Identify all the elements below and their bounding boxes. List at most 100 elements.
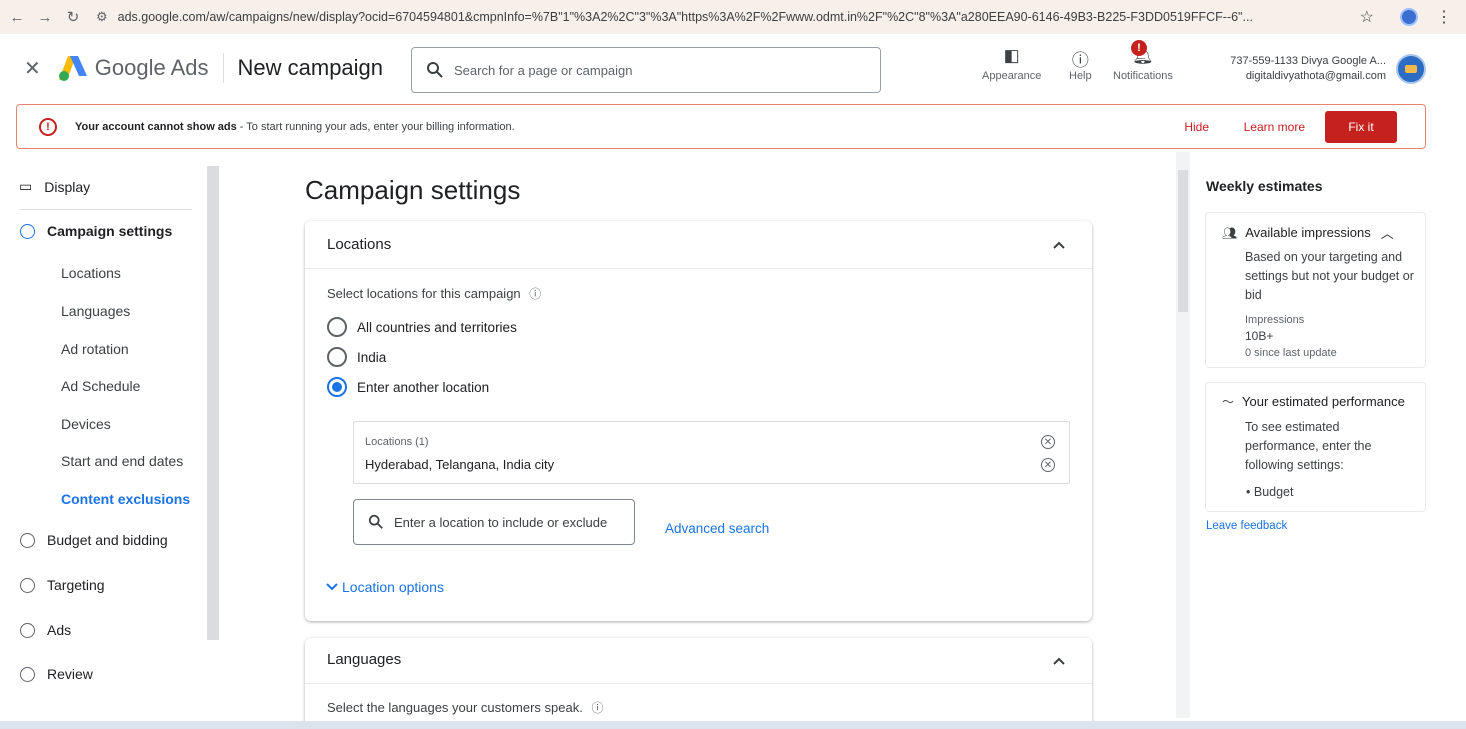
remove-all-icon[interactable]: ✕ <box>1041 435 1055 449</box>
sidebar-item-ad-rotation[interactable]: Ad rotation <box>61 341 129 357</box>
radio-label: Enter another location <box>357 379 490 395</box>
performance-header[interactable]: 〜 Your estimated performance <box>1222 393 1405 410</box>
weekly-estimates-title: Weekly estimates <box>1206 178 1323 194</box>
location-options-toggle[interactable]: Location options <box>325 579 444 595</box>
chevron-up-icon[interactable] <box>1052 238 1066 252</box>
step-circle-icon <box>20 666 35 682</box>
sidebar-scrollbar[interactable] <box>207 166 219 640</box>
sidebar-item-languages[interactable]: Languages <box>61 303 130 319</box>
languages-prompt-text: Select the languages your customers spea… <box>327 700 583 715</box>
appearance-button[interactable]: ◧ Appearance <box>982 46 1041 82</box>
notification-badge: ! <box>1131 40 1147 56</box>
header-divider <box>222 53 224 83</box>
sidebar-item-ads[interactable]: Ads <box>0 622 71 638</box>
languages-prompt: Select the languages your customers spea… <box>327 699 603 716</box>
forward-arrow-icon[interactable]: → <box>34 9 56 26</box>
sidebar-item-start-end-dates[interactable]: Start and end dates <box>61 453 183 469</box>
url-text: ads.google.com/aw/campaigns/new/display?… <box>117 10 1253 24</box>
close-icon[interactable]: ✕ <box>24 56 41 81</box>
targeting-label: Targeting <box>47 577 105 593</box>
campaign-settings-label: Campaign settings <box>47 223 173 239</box>
help-icon: ⓘ <box>1071 51 1089 70</box>
leave-feedback-link[interactable]: Leave feedback <box>1206 520 1287 532</box>
impressions-header[interactable]: 👥︎ Available impressions ︿ <box>1222 223 1394 242</box>
google-ads-logo-icon <box>58 56 87 81</box>
sidebar-item-display[interactable]: ▭ Display <box>0 178 90 195</box>
sidebar-item-campaign-settings[interactable]: Campaign settings <box>0 223 172 239</box>
sidebar-item-devices[interactable]: Devices <box>61 416 111 432</box>
account-id: 737-559-1133 Divya Google A... <box>1230 55 1386 67</box>
review-label: Review <box>47 666 93 682</box>
estimated-performance-card: 〜 Your estimated performance To see esti… <box>1205 382 1426 512</box>
impressions-title: Available impressions <box>1245 225 1371 240</box>
locations-card: Locations Select locations for this camp… <box>305 221 1092 621</box>
sidebar-item-review[interactable]: Review <box>0 666 93 682</box>
sidebar-item-content-exclusions[interactable]: Content exclusions <box>61 491 190 507</box>
account-info[interactable]: 737-559-1133 Divya Google A... digitaldi… <box>1230 54 1386 84</box>
location-value: Hyderabad, Telangana, India city <box>365 457 555 472</box>
sidebar-item-locations[interactable]: Locations <box>61 265 121 281</box>
step-circle-icon <box>20 577 35 593</box>
learn-more-link[interactable]: Learn more <box>1244 120 1305 134</box>
search-input[interactable]: Search for a page or campaign <box>411 47 881 93</box>
nav-divider <box>20 209 192 210</box>
scrollbar-thumb[interactable] <box>1178 170 1188 312</box>
chevron-up-icon[interactable] <box>1052 654 1066 668</box>
locations-prompt-text: Select locations for this campaign <box>327 286 521 301</box>
main-scrollbar[interactable] <box>1176 152 1190 718</box>
locations-prompt: Select locations for this campaign ⓘ <box>327 285 541 302</box>
step-circle-icon <box>20 223 35 239</box>
section-title: Campaign settings <box>305 175 521 205</box>
selected-locations-box: Locations (1) Hyderabad, Telangana, Indi… <box>353 421 1070 484</box>
search-icon <box>427 62 443 78</box>
appearance-icon: ◧ <box>1003 46 1020 65</box>
alert-title: Your account cannot show ads <box>75 120 237 133</box>
avatar[interactable] <box>1396 54 1426 84</box>
sidebar-item-budget[interactable]: Budget and bidding <box>0 532 168 548</box>
help-button[interactable]: ⓘ Help <box>1069 46 1092 82</box>
radio-all-countries[interactable]: All countries and territories <box>327 317 517 337</box>
performance-bullet: • Budget <box>1246 485 1294 499</box>
fix-it-button[interactable]: Fix it <box>1325 111 1397 143</box>
sidebar-item-targeting[interactable]: Targeting <box>0 577 105 593</box>
bookmark-star-icon[interactable]: ☆ <box>1360 7 1374 27</box>
hide-link[interactable]: Hide <box>1184 120 1209 134</box>
radio-label: India <box>357 349 387 365</box>
search-icon <box>368 514 383 529</box>
radio-circle <box>327 347 347 367</box>
account-email: digitaldivyathota@gmail.com <box>1245 70 1386 82</box>
ads-label: Ads <box>47 622 72 638</box>
location-options-label: Location options <box>342 579 444 595</box>
impressions-since: 0 since last update <box>1245 347 1337 359</box>
languages-header[interactable]: Languages <box>327 651 401 668</box>
location-search-input[interactable]: Enter a location to include or exclude <box>353 499 635 545</box>
radio-circle <box>327 317 347 337</box>
radio-another-location[interactable]: Enter another location <box>327 377 489 397</box>
display-icon: ▭ <box>19 178 33 194</box>
budget-bullet-text: Budget <box>1253 485 1294 499</box>
chevron-up-icon[interactable]: ︿ <box>1381 223 1394 242</box>
trend-icon: 〜 <box>1222 395 1235 409</box>
performance-title: Your estimated performance <box>1242 394 1405 409</box>
sidebar-item-ad-schedule[interactable]: Ad Schedule <box>61 378 140 394</box>
brand-name: Google Ads <box>94 55 209 80</box>
reload-icon[interactable]: ↻ <box>62 8 84 26</box>
chevron-down-icon <box>326 583 338 591</box>
radio-india[interactable]: India <box>327 347 386 367</box>
notifications-button[interactable]: 🔔︎ ! Notifications <box>1113 40 1173 82</box>
address-bar[interactable]: ⚙ ads.google.com/aw/campaigns/new/displa… <box>96 5 1348 29</box>
browser-profile-icon[interactable] <box>1400 8 1418 26</box>
locations-header[interactable]: Locations <box>327 236 391 253</box>
billing-alert-banner: ! Your account cannot show ads - To star… <box>16 104 1426 149</box>
remove-location-icon[interactable]: ✕ <box>1041 458 1055 472</box>
help-icon[interactable]: ⓘ <box>591 701 603 715</box>
search-placeholder: Search for a page or campaign <box>454 62 633 78</box>
advanced-search-link[interactable]: Advanced search <box>665 521 769 536</box>
back-arrow-icon[interactable]: ← <box>6 9 28 26</box>
appearance-label: Appearance <box>982 70 1042 82</box>
help-icon[interactable]: ⓘ <box>529 287 541 301</box>
browser-menu-icon[interactable]: ⋮ <box>1436 7 1452 27</box>
radio-circle-selected <box>327 377 347 397</box>
site-settings-icon[interactable]: ⚙ <box>96 9 108 25</box>
help-label: Help <box>1069 70 1092 82</box>
